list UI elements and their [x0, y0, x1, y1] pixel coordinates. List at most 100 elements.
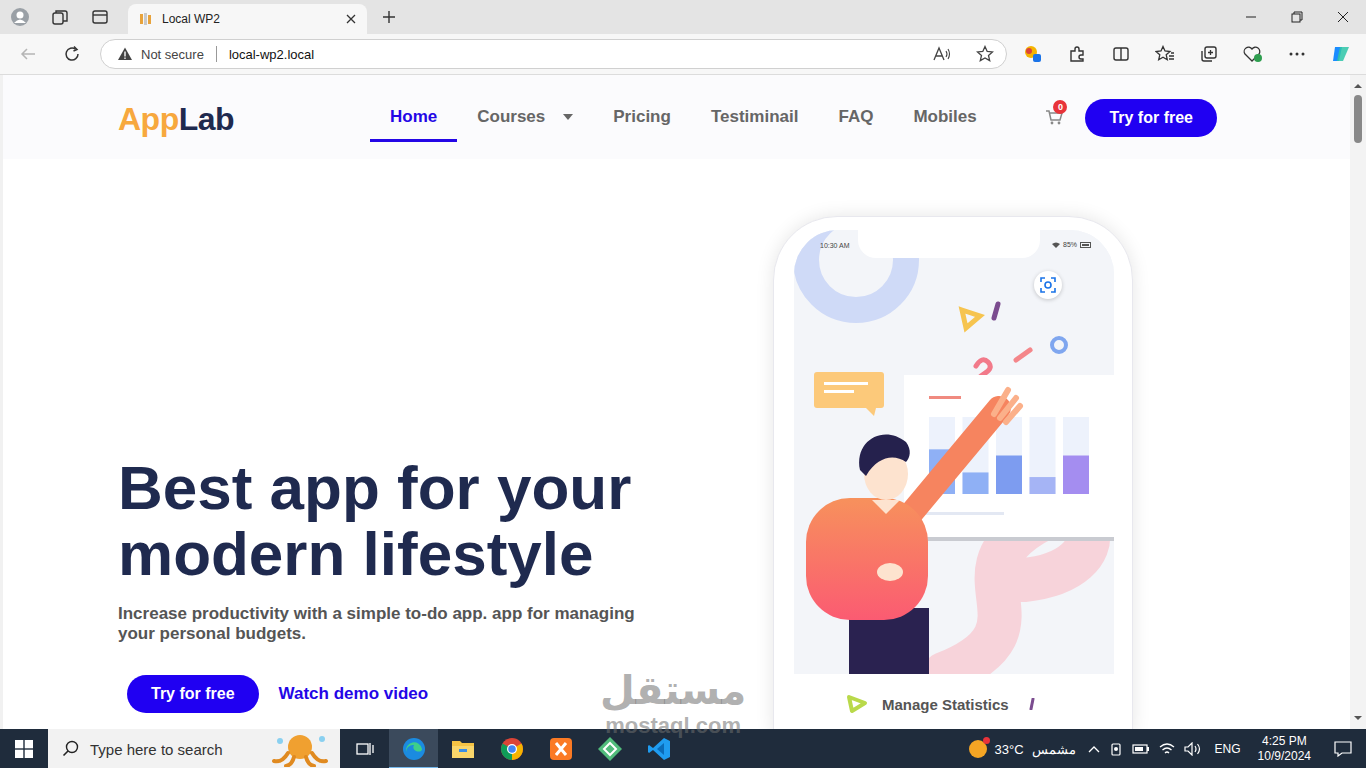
collections-icon: [1200, 45, 1218, 63]
try-free-header-button[interactable]: Try for free: [1085, 99, 1217, 137]
address-bar[interactable]: Not secure local-wp2.local: [100, 39, 1007, 69]
scrollbar[interactable]: [1350, 75, 1366, 729]
extension-button[interactable]: [1011, 38, 1055, 70]
browser-toolbar: Not secure local-wp2.local: [0, 34, 1366, 75]
more-button[interactable]: [1275, 38, 1319, 70]
minimize-button[interactable]: [1228, 0, 1274, 34]
taskbar-app[interactable]: [536, 729, 585, 768]
decor-stick-icon: [1029, 698, 1035, 710]
phone-mockup: 10:30 AM85%Manage Statistics: [773, 216, 1133, 729]
nav-item[interactable]: Mobiles: [893, 99, 996, 142]
input-language[interactable]: ENG: [1215, 742, 1241, 756]
nav-label: Courses: [477, 107, 545, 127]
wifi-icon: [1052, 242, 1060, 248]
battery-icon[interactable]: [1132, 743, 1150, 755]
split-screen-icon: [1112, 45, 1130, 63]
tab-actions-button[interactable]: [80, 0, 120, 34]
nav-label: Home: [390, 107, 437, 127]
toolbar-icons: [1011, 38, 1363, 70]
taskbar-app[interactable]: [585, 729, 634, 768]
chart-bar: [1063, 417, 1089, 494]
new-tab-button[interactable]: [369, 0, 409, 34]
tab-title: Local WP2: [162, 12, 337, 26]
weather-widget[interactable]: 33°C مشمس: [969, 740, 1076, 758]
nav-label: Pricing: [613, 107, 671, 127]
nav-item[interactable]: Courses: [457, 99, 593, 142]
watermark: مستقلmostaql.com: [600, 666, 746, 738]
speaker-icon[interactable]: [1184, 742, 1202, 756]
taskbar-app[interactable]: [634, 729, 683, 768]
visual-search-button[interactable]: [1034, 271, 1062, 299]
phone-time: 10:30 AM: [820, 242, 850, 249]
chevron-up-icon[interactable]: [1088, 745, 1100, 753]
restore-button[interactable]: [1274, 0, 1320, 34]
read-aloud-icon[interactable]: [932, 45, 952, 63]
profile-icon: [10, 7, 30, 27]
collections-button[interactable]: [1187, 38, 1231, 70]
cart-button[interactable]: 0: [1045, 109, 1067, 129]
clock-date: 10/9/2024: [1258, 749, 1311, 764]
main-nav: Home Courses Pricing TestiminailFAQMobiles: [370, 99, 997, 142]
taskbar-app[interactable]: [389, 729, 438, 768]
performance-button[interactable]: [1231, 38, 1275, 70]
profile-button[interactable]: [0, 0, 40, 34]
browser-viewport: AppLab Home Courses Pricing TestiminailFAQMo…: [0, 75, 1366, 729]
web-page: AppLab Home Courses Pricing TestiminailFAQMo…: [3, 75, 1350, 729]
sun-icon: [969, 740, 987, 758]
split-screen-button[interactable]: [1099, 38, 1143, 70]
back-button[interactable]: [6, 38, 50, 70]
battery-percent: 85%: [1063, 241, 1077, 248]
refresh-icon: [63, 45, 81, 63]
nav-item[interactable]: FAQ: [818, 99, 893, 142]
chart-card: [904, 375, 1114, 541]
windows-logo-icon: [15, 740, 33, 758]
nav-item[interactable]: Pricing: [593, 99, 691, 142]
edge-icon: [402, 737, 426, 761]
taskbar-search[interactable]: Type here to search: [48, 729, 340, 768]
device-icon[interactable]: [1109, 741, 1123, 757]
system-tray: ENG 4:25 PM10/9/2024: [1088, 734, 1366, 764]
logo-first: App: [118, 101, 179, 137]
favorite-star-icon[interactable]: [976, 45, 994, 63]
notifications-icon[interactable]: [1334, 741, 1352, 757]
favicon-icon: [138, 11, 154, 27]
try-free-button[interactable]: Try for free: [127, 675, 259, 713]
folder-icon: [451, 738, 475, 760]
task-view-button[interactable]: [340, 729, 389, 768]
extensions-button[interactable]: [1055, 38, 1099, 70]
close-tab-icon[interactable]: [345, 13, 357, 25]
hero-section: Best app for yourmodern lifestyleIncreas…: [3, 159, 1350, 729]
copilot-button[interactable]: [1319, 38, 1363, 70]
watermark-arabic: مستقل: [600, 666, 746, 714]
scroll-down-icon[interactable]: [1350, 711, 1366, 725]
url-text[interactable]: local-wp2.local: [229, 47, 314, 62]
speech-bubble: [814, 372, 884, 416]
favorites-button[interactable]: [1143, 38, 1187, 70]
taskbar-app[interactable]: [438, 729, 487, 768]
site-logo[interactable]: AppLab: [118, 101, 370, 137]
workspaces-icon: [51, 8, 69, 26]
scroll-thumb[interactable]: [1354, 95, 1362, 143]
refresh-button[interactable]: [50, 38, 94, 70]
taskbar-app[interactable]: [487, 729, 536, 768]
statistics-illustration: [794, 230, 1114, 674]
visual-search-icon: [1039, 276, 1057, 294]
start-button[interactable]: [0, 729, 48, 768]
temperature: 33°C: [995, 742, 1024, 757]
close-window-button[interactable]: [1320, 0, 1366, 34]
security-label[interactable]: Not secure: [141, 47, 204, 62]
warning-icon: [117, 46, 133, 62]
search-icon: [62, 740, 80, 758]
browser-tab[interactable]: Local WP2: [128, 4, 367, 34]
workspaces-button[interactable]: [40, 0, 80, 34]
heading-line: modern lifestyle: [118, 521, 773, 587]
weather-condition: مشمس: [1032, 742, 1076, 757]
scroll-up-icon[interactable]: [1350, 79, 1366, 93]
clock[interactable]: 4:25 PM10/9/2024: [1258, 734, 1311, 764]
hero-heading: Best app for yourmodern lifestyle: [118, 455, 773, 587]
nav-item[interactable]: Testiminail: [691, 99, 819, 142]
wifi-icon[interactable]: [1159, 742, 1175, 756]
watch-demo-link[interactable]: Watch demo video: [279, 684, 429, 704]
chrome-icon: [500, 737, 524, 761]
nav-item[interactable]: Home: [370, 99, 457, 142]
